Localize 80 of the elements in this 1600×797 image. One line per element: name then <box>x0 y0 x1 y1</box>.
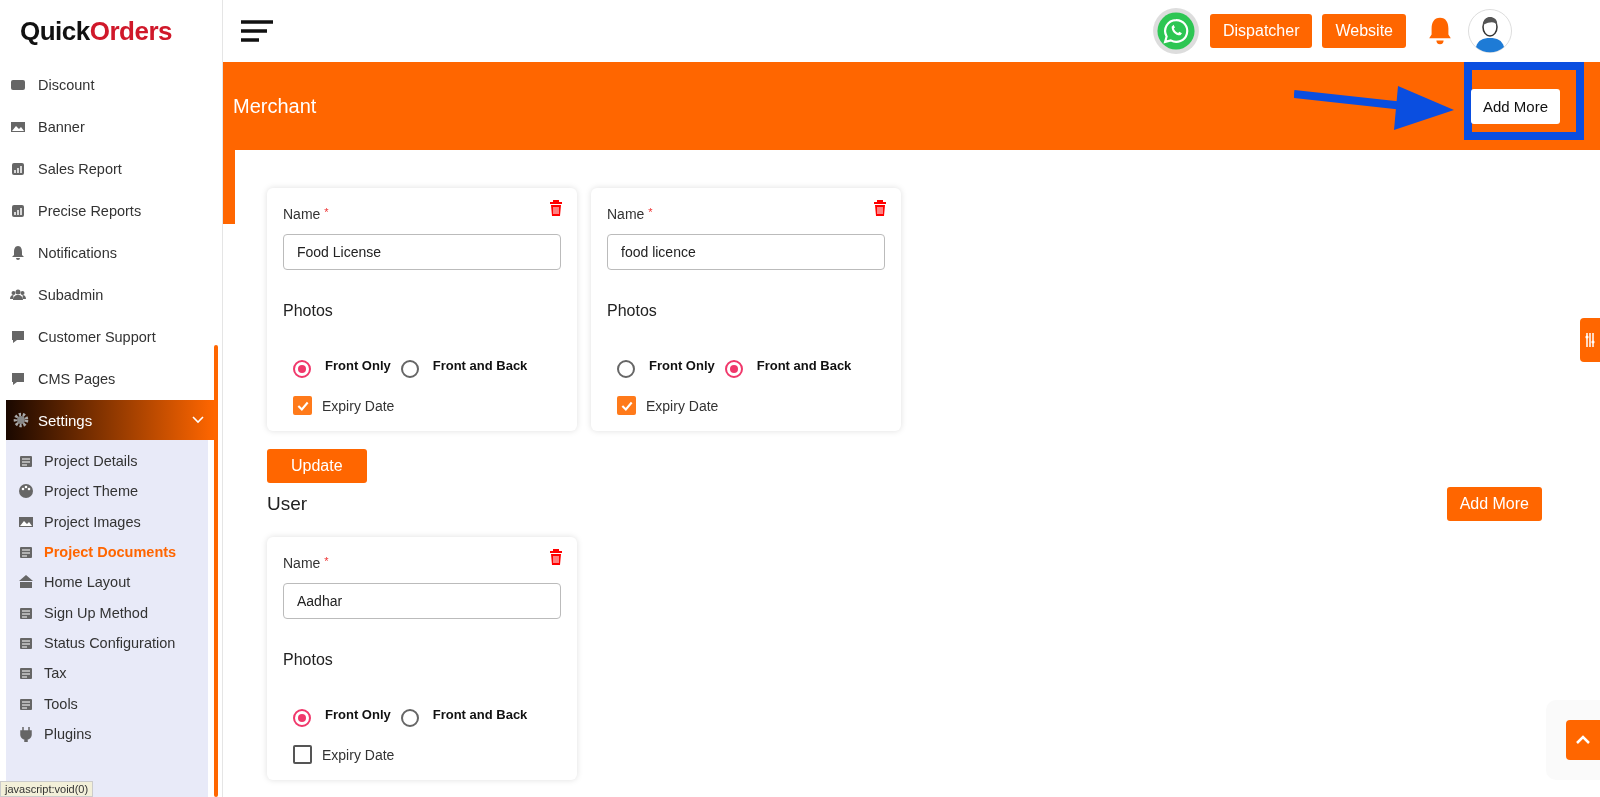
section-label: Photos <box>283 651 334 669</box>
submenu-item[interactable]: Plugins <box>6 718 208 749</box>
sidebar-item[interactable]: CMS Pages <box>0 358 222 400</box>
radio-label: Front Only <box>649 357 715 373</box>
submenu-item-icon <box>18 665 34 682</box>
settings-menu-item[interactable]: Settings <box>6 400 214 440</box>
submenu-item[interactable]: Home Layout <box>6 567 208 598</box>
submenu-item[interactable]: Sign Up Method <box>6 597 208 628</box>
sidebar-item[interactable]: Precise Reports <box>0 190 222 232</box>
status-url: javascript:void(0) <box>0 781 94 797</box>
menu-icon[interactable] <box>241 19 273 43</box>
radio-button[interactable] <box>617 360 635 378</box>
radio-label: Front Only <box>325 706 391 722</box>
submenu-item[interactable]: Project Theme <box>6 476 208 507</box>
checkbox-label: Expiry Date <box>322 397 395 414</box>
menu-item-icon <box>10 371 26 387</box>
section-label: Photos <box>607 302 658 320</box>
radio-label: Front Only <box>325 357 391 373</box>
menu-item-icon <box>10 287 26 303</box>
submenu-item[interactable]: Project Details <box>6 446 208 477</box>
checkbox-label: Expiry Date <box>646 397 719 414</box>
sidebar-item[interactable]: Banner <box>0 106 222 148</box>
submenu-item[interactable]: Tools <box>6 688 208 719</box>
required-mark: * <box>324 555 329 569</box>
checkbox[interactable] <box>293 396 312 415</box>
menu-item-icon <box>10 161 26 177</box>
section-label: Photos <box>283 302 334 320</box>
side-tab[interactable] <box>1580 318 1600 362</box>
delete-icon[interactable] <box>873 200 887 216</box>
avatar-icon[interactable] <box>1468 9 1512 53</box>
menu-item-icon <box>10 119 26 135</box>
menu-item-icon <box>10 245 26 261</box>
scroll-to-top-button[interactable] <box>1566 720 1600 760</box>
bell-icon[interactable] <box>1428 16 1452 46</box>
radio-button[interactable] <box>724 360 743 378</box>
radio-button[interactable] <box>293 709 311 727</box>
settings-icon <box>12 411 30 429</box>
delete-icon[interactable] <box>549 549 563 565</box>
submenu-item-icon <box>18 725 34 742</box>
radio-label: Front and Back <box>756 357 852 373</box>
menu-item-icon <box>10 203 26 219</box>
submenu-item-icon <box>18 544 34 561</box>
required-mark: * <box>648 206 653 220</box>
radio-button[interactable] <box>293 360 311 378</box>
radio-label: Front and Back <box>432 706 528 722</box>
delete-icon[interactable] <box>549 200 563 216</box>
checkbox[interactable] <box>293 745 312 764</box>
name-input[interactable]: Food License <box>283 234 561 270</box>
sidebar-item[interactable]: Customer Support <box>0 316 222 358</box>
submenu-item[interactable]: Tax <box>6 658 208 689</box>
field-label: Name <box>607 206 645 222</box>
sliders-icon <box>1585 332 1595 348</box>
chevron-icon <box>192 416 204 424</box>
caret-up-icon <box>1575 735 1591 745</box>
name-input[interactable]: food licence <box>607 234 885 270</box>
menu-item-icon <box>10 77 26 93</box>
logo[interactable]: QuickOrders <box>0 0 222 64</box>
sidebar-item[interactable]: Notifications <box>0 232 222 274</box>
add-more-button[interactable]: Add More <box>1470 88 1560 124</box>
radio-label: Front and Back <box>432 357 528 373</box>
required-mark: * <box>324 206 329 220</box>
section-title: User <box>267 493 308 515</box>
sidebar-item[interactable]: Discount <box>0 64 222 106</box>
radio-button[interactable] <box>400 709 419 727</box>
menu-item-icon <box>10 329 26 345</box>
sidebar-item[interactable]: Sales Report <box>0 148 222 190</box>
sidebar-item[interactable]: Subadmin <box>0 274 222 316</box>
submenu-item-icon <box>18 453 34 470</box>
submenu-item-icon <box>18 483 34 500</box>
name-input[interactable]: Aadhar <box>283 583 561 619</box>
page-title: Merchant <box>233 94 317 118</box>
checkbox-label: Expiry Date <box>322 746 395 763</box>
field-label: Name <box>283 555 321 571</box>
checkbox[interactable] <box>617 396 636 415</box>
submenu-item[interactable]: Project Images <box>6 506 208 537</box>
submenu-item-icon <box>18 574 34 591</box>
submenu-item[interactable]: Status Configuration <box>6 627 208 659</box>
field-label: Name <box>283 206 321 222</box>
radio-button[interactable] <box>400 360 419 378</box>
chat-bubble-icon[interactable] <box>1152 7 1200 55</box>
